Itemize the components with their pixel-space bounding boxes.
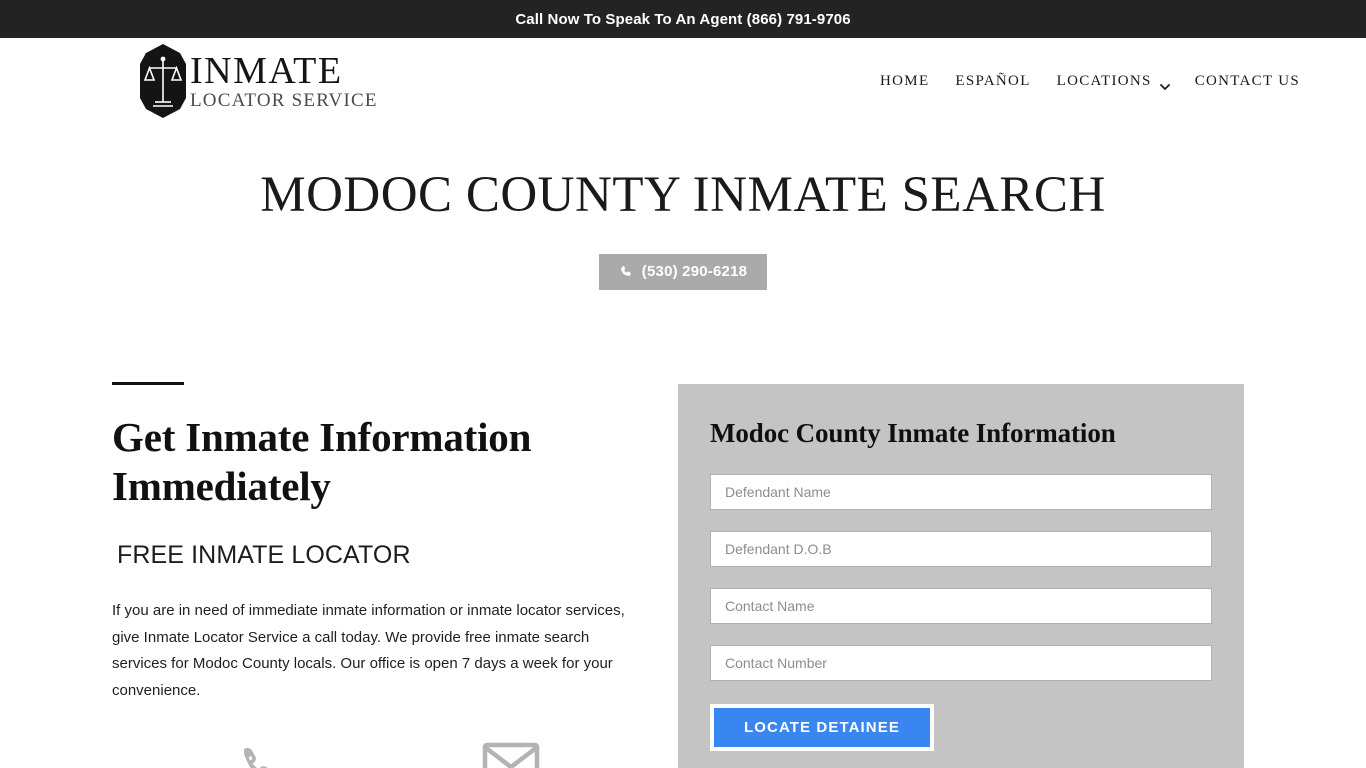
- hero-phone-label: (530) 290-6218: [641, 263, 748, 281]
- chevron-down-icon: [1159, 78, 1170, 90]
- contact-phone-cell[interactable]: [130, 741, 384, 768]
- logo-text-secondary: LOCATOR SERVICE: [190, 90, 378, 111]
- defendant-name-input[interactable]: [710, 473, 1212, 510]
- site-logo[interactable]: INMATE LOCATOR SERVICE: [140, 44, 378, 118]
- hero-phone-button[interactable]: (530) 290-6218: [598, 253, 768, 290]
- scales-of-justice-icon: [140, 44, 186, 118]
- contact-icon-row: [112, 741, 638, 768]
- section-subheading: FREE INMATE LOCATOR: [117, 541, 411, 570]
- nav-label-espanol: ESPAÑOL: [955, 72, 1031, 89]
- nav-item-locations[interactable]: LOCATIONS: [1056, 72, 1170, 90]
- form-title: Modoc County Inmate Information: [710, 417, 1116, 448]
- announcement-bar: Call Now To Speak To An Agent (866) 791-…: [0, 0, 1366, 38]
- logo-text-primary: INMATE: [190, 50, 343, 92]
- hero-cta-container: (530) 290-6218: [0, 253, 1366, 290]
- contact-name-input[interactable]: [710, 587, 1212, 624]
- nav-label-contact-us: CONTACT US: [1194, 72, 1300, 89]
- section-heading: Get Inmate Information Immediately: [112, 413, 532, 509]
- content-right-column: Modoc County Inmate Information LOCATE D…: [678, 382, 1244, 768]
- nav-item-contact-us[interactable]: CONTACT US: [1195, 73, 1300, 90]
- nav-item-home[interactable]: HOME: [880, 73, 929, 90]
- nav-label-locations: LOCATIONS: [1056, 72, 1152, 89]
- phone-icon: [238, 741, 276, 768]
- main-navigation: HOME ESPAÑOL LOCATIONS CONTACT US: [880, 73, 1326, 90]
- heading-divider: [112, 381, 184, 385]
- locate-detainee-button[interactable]: LOCATE DETAINEE: [710, 703, 934, 751]
- site-header: INMATE LOCATOR SERVICE HOME ESPAÑOL LOCA…: [0, 38, 1366, 124]
- defendant-dob-input[interactable]: [710, 530, 1212, 567]
- envelope-icon: [482, 741, 540, 768]
- content-section: Get Inmate Information Immediately FREE …: [0, 381, 1366, 768]
- nav-label-home: HOME: [880, 72, 930, 89]
- announcement-text: Call Now To Speak To An Agent (866) 791-…: [515, 10, 851, 28]
- section-paragraph: If you are in need of immediate inmate i…: [112, 602, 625, 700]
- inmate-information-form: Modoc County Inmate Information LOCATE D…: [678, 383, 1244, 768]
- hero-section: MODOC COUNTY INMATE SEARCH (530) 290-621…: [0, 124, 1366, 290]
- nav-item-espanol[interactable]: ESPAÑOL: [955, 73, 1030, 90]
- phone-icon: [619, 265, 633, 279]
- contact-email-cell[interactable]: [384, 741, 638, 768]
- page-title: MODOC COUNTY INMATE SEARCH: [260, 167, 1106, 223]
- content-left-column: Get Inmate Information Immediately FREE …: [112, 381, 678, 768]
- contact-number-input[interactable]: [710, 644, 1212, 681]
